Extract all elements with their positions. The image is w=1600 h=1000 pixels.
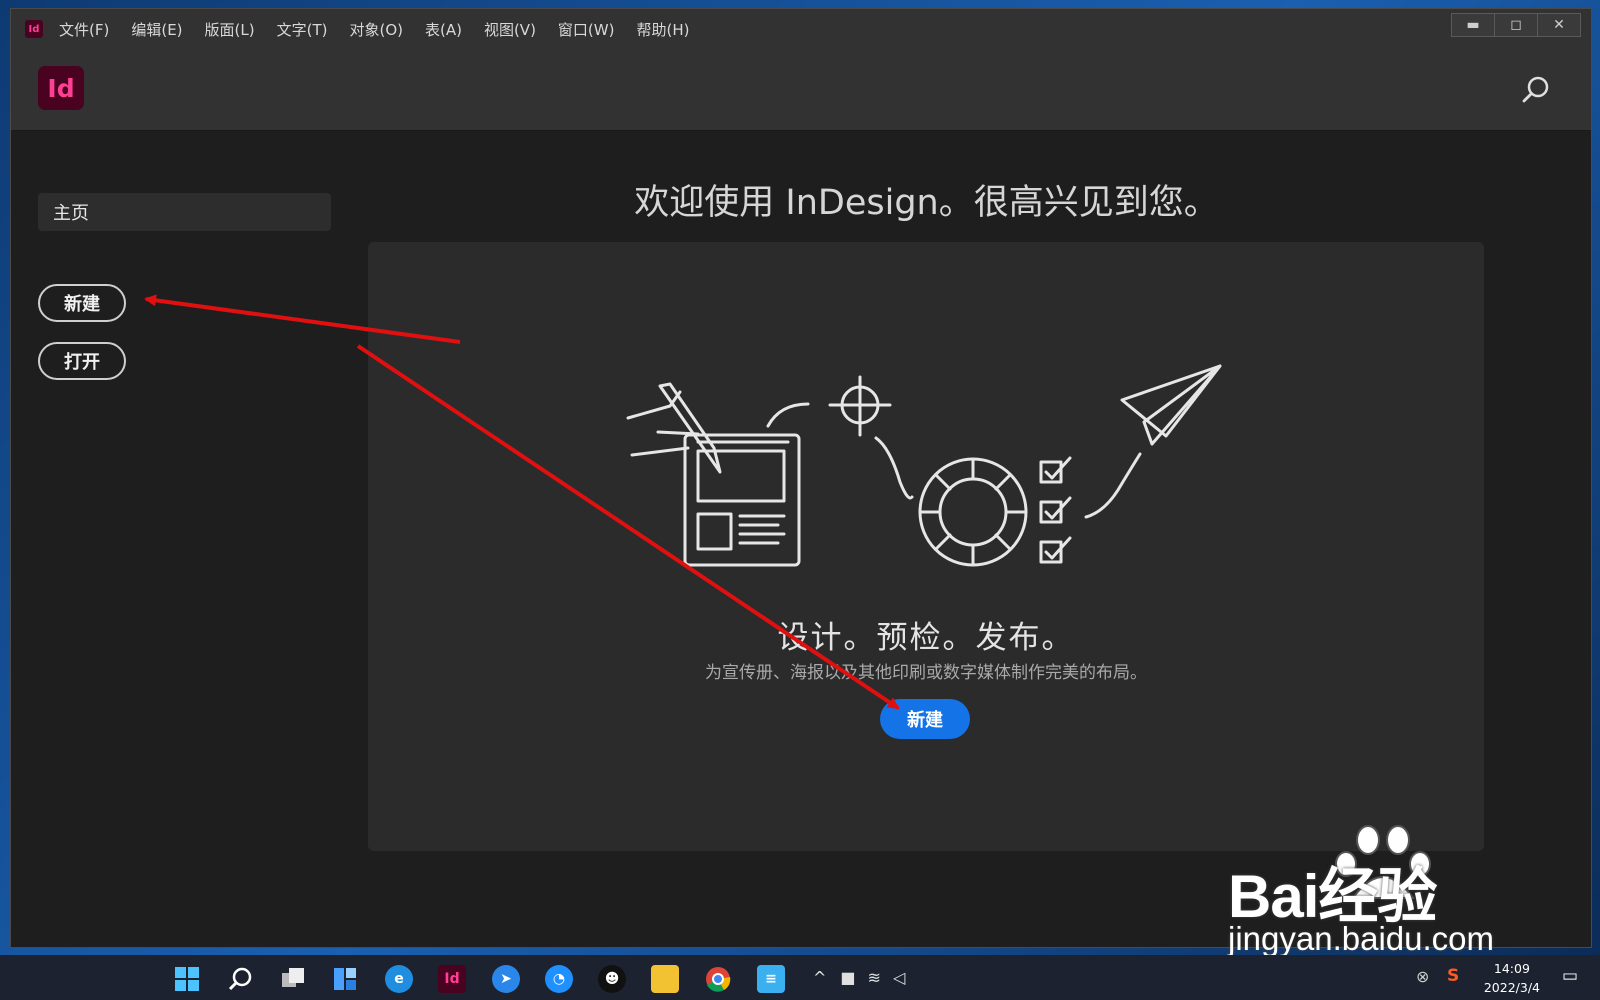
qq-icon[interactable]: ☻ xyxy=(598,965,626,993)
taskbar: e Id ➤ ◔ ☻ ≡ ^ ■ ≋ ◁ ⊗ S 14:09 2022/3/4 … xyxy=(0,955,1600,1000)
description: 为宣传册、海报以及其他印刷或数字媒体制作完美的布局。 xyxy=(705,663,1147,683)
search-icon[interactable] xyxy=(226,965,254,993)
camera-icon[interactable]: ■ xyxy=(840,968,855,987)
chevron-up-icon[interactable]: ^ xyxy=(813,968,826,987)
open-button[interactable]: 打开 xyxy=(38,342,126,380)
windows-start-icon[interactable] xyxy=(173,965,201,993)
browser-icon[interactable]: ◔ xyxy=(545,965,573,993)
menu-type[interactable]: 文字(T) xyxy=(277,19,328,40)
close-button[interactable]: ✕ xyxy=(1537,13,1581,37)
tagline: 设计。预检。发布。 xyxy=(777,620,1075,656)
new-button-sidebar[interactable]: 新建 xyxy=(38,284,126,322)
clock[interactable]: 14:09 2022/3/4 xyxy=(1484,959,1540,997)
menu-help[interactable]: 帮助(H) xyxy=(636,19,689,40)
baidu-watermark: Bai经验 jingyan.baidu.com xyxy=(1228,818,1558,968)
window-controls: ▬ ◻ ✕ xyxy=(1451,13,1581,37)
chrome-icon[interactable] xyxy=(704,965,732,993)
new-button-main[interactable]: 新建 xyxy=(880,699,970,739)
menu-layout[interactable]: 版面(L) xyxy=(205,19,255,40)
menu-object[interactable]: 对象(O) xyxy=(349,19,403,40)
system-tray: ^ ■ ≋ ◁ xyxy=(813,955,905,1000)
sogou-ime-icon[interactable]: S xyxy=(1447,966,1459,986)
feishu-icon[interactable]: ➤ xyxy=(492,965,520,993)
search-icon[interactable] xyxy=(1521,75,1551,105)
welcome-card: 设计。预检。发布。 为宣传册、海报以及其他印刷或数字媒体制作完美的布局。 新建 xyxy=(368,242,1484,851)
volume-icon[interactable]: ◁ xyxy=(893,968,905,987)
menu-bar: Id 文件(F) 编辑(E) 版面(L) 文字(T) 对象(O) 表(A) 视图… xyxy=(11,9,1591,49)
minimize-button[interactable]: ▬ xyxy=(1451,13,1495,37)
clock-time: 14:09 xyxy=(1493,961,1530,976)
wifi-icon[interactable]: ≋ xyxy=(868,968,881,987)
watermark-url: jingyan.baidu.com xyxy=(1228,920,1494,957)
task-view-icon[interactable] xyxy=(279,965,307,993)
widgets-icon[interactable] xyxy=(331,965,359,993)
welcome-heading: 欢迎使用 InDesign。很高兴见到您。 xyxy=(634,183,1219,223)
indesign-window: Id 文件(F) 编辑(E) 版面(L) 文字(T) 对象(O) 表(A) 视图… xyxy=(10,8,1592,948)
notepad-icon[interactable]: ≡ xyxy=(757,965,785,993)
app-header: Id xyxy=(11,49,1591,131)
indesign-logo: Id xyxy=(38,66,84,110)
indesign-icon[interactable]: Id xyxy=(438,965,466,993)
maximize-button[interactable]: ◻ xyxy=(1494,13,1538,37)
menu-view[interactable]: 视图(V) xyxy=(484,19,536,40)
menu-table[interactable]: 表(A) xyxy=(425,19,462,40)
design-preflight-publish-illustration xyxy=(626,364,1222,567)
close-circle-icon[interactable]: ⊗ xyxy=(1416,967,1429,986)
file-explorer-icon[interactable] xyxy=(651,965,679,993)
clock-date: 2022/3/4 xyxy=(1483,980,1540,995)
edge-icon[interactable]: e xyxy=(385,965,413,993)
menu-file[interactable]: 文件(F) xyxy=(59,19,109,40)
menu-window[interactable]: 窗口(W) xyxy=(558,19,615,40)
menu-edit[interactable]: 编辑(E) xyxy=(131,19,182,40)
app-icon[interactable]: Id xyxy=(25,20,43,38)
sidebar-item-home[interactable]: 主页 xyxy=(38,193,331,231)
notification-icon[interactable]: ▭ xyxy=(1562,966,1578,986)
